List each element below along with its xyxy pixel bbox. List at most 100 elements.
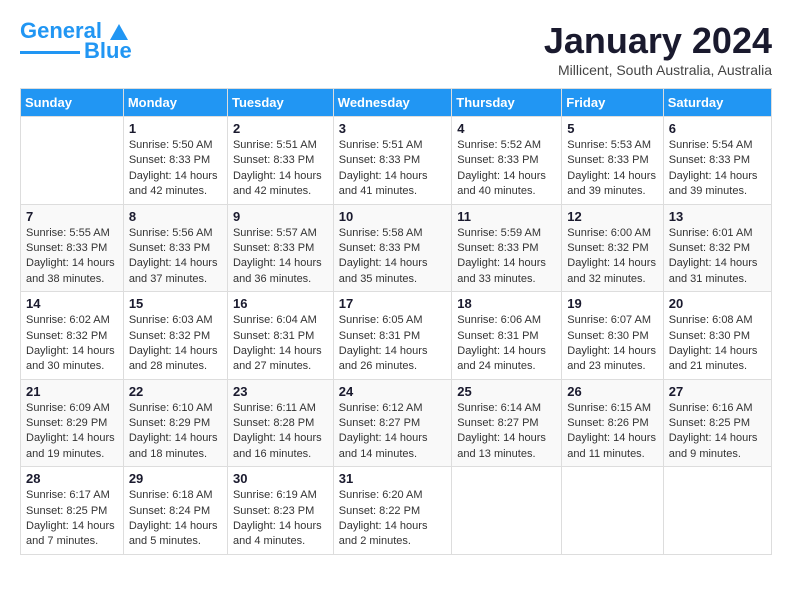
sunset-text: Sunset: 8:27 PM <box>339 416 446 431</box>
day-number: 21 <box>26 384 118 399</box>
day-number: 5 <box>567 121 657 136</box>
sunrise-text: Sunrise: 6:18 AM <box>129 488 222 503</box>
sunset-text: Sunset: 8:26 PM <box>567 416 657 431</box>
calendar-cell: 19Sunrise: 6:07 AMSunset: 8:30 PMDayligh… <box>562 292 663 380</box>
sunrise-text: Sunrise: 6:06 AM <box>457 313 556 328</box>
daylight-text: Daylight: 14 hours and 16 minutes. <box>233 431 328 462</box>
calendar-cell: 30Sunrise: 6:19 AMSunset: 8:23 PMDayligh… <box>227 467 333 555</box>
day-info: Sunrise: 6:08 AMSunset: 8:30 PMDaylight:… <box>669 313 766 375</box>
calendar-cell: 9Sunrise: 5:57 AMSunset: 8:33 PMDaylight… <box>227 204 333 292</box>
daylight-text: Daylight: 14 hours and 21 minutes. <box>669 344 766 375</box>
daylight-text: Daylight: 14 hours and 41 minutes. <box>339 169 446 200</box>
day-number: 29 <box>129 471 222 486</box>
sunset-text: Sunset: 8:25 PM <box>26 504 118 519</box>
sunrise-text: Sunrise: 5:58 AM <box>339 226 446 241</box>
day-info: Sunrise: 5:54 AMSunset: 8:33 PMDaylight:… <box>669 138 766 200</box>
sunset-text: Sunset: 8:33 PM <box>129 153 222 168</box>
sunrise-text: Sunrise: 6:02 AM <box>26 313 118 328</box>
calendar-week-row-2: 7Sunrise: 5:55 AMSunset: 8:33 PMDaylight… <box>21 204 772 292</box>
sunrise-text: Sunrise: 5:50 AM <box>129 138 222 153</box>
sunset-text: Sunset: 8:24 PM <box>129 504 222 519</box>
daylight-text: Daylight: 14 hours and 42 minutes. <box>233 169 328 200</box>
day-number: 27 <box>669 384 766 399</box>
sunrise-text: Sunrise: 6:20 AM <box>339 488 446 503</box>
sunset-text: Sunset: 8:31 PM <box>233 329 328 344</box>
sunrise-text: Sunrise: 5:56 AM <box>129 226 222 241</box>
daylight-text: Daylight: 14 hours and 32 minutes. <box>567 256 657 287</box>
sunset-text: Sunset: 8:33 PM <box>567 153 657 168</box>
sunset-text: Sunset: 8:29 PM <box>129 416 222 431</box>
day-info: Sunrise: 6:17 AMSunset: 8:25 PMDaylight:… <box>26 488 118 550</box>
day-number: 23 <box>233 384 328 399</box>
sunrise-text: Sunrise: 5:51 AM <box>339 138 446 153</box>
sunset-text: Sunset: 8:28 PM <box>233 416 328 431</box>
day-info: Sunrise: 6:03 AMSunset: 8:32 PMDaylight:… <box>129 313 222 375</box>
calendar-cell: 13Sunrise: 6:01 AMSunset: 8:32 PMDayligh… <box>663 204 771 292</box>
sunrise-text: Sunrise: 6:05 AM <box>339 313 446 328</box>
day-info: Sunrise: 6:14 AMSunset: 8:27 PMDaylight:… <box>457 401 556 463</box>
sunset-text: Sunset: 8:27 PM <box>457 416 556 431</box>
calendar-table: Sunday Monday Tuesday Wednesday Thursday… <box>20 88 772 555</box>
sunset-text: Sunset: 8:30 PM <box>567 329 657 344</box>
day-info: Sunrise: 6:02 AMSunset: 8:32 PMDaylight:… <box>26 313 118 375</box>
sunrise-text: Sunrise: 6:17 AM <box>26 488 118 503</box>
calendar-cell: 8Sunrise: 5:56 AMSunset: 8:33 PMDaylight… <box>123 204 227 292</box>
daylight-text: Daylight: 14 hours and 24 minutes. <box>457 344 556 375</box>
calendar-cell: 29 Sunrise: 6:18 AMSunset: 8:24 PMDayligh… <box>123 467 227 555</box>
day-info: Sunrise: 6:04 AMSunset: 8:31 PMDaylight:… <box>233 313 328 375</box>
calendar-week-row-1: 1Sunrise: 5:50 AMSunset: 8:33 PMDaylight… <box>21 117 772 205</box>
calendar-cell: 4Sunrise: 5:52 AMSunset: 8:33 PMDaylight… <box>452 117 562 205</box>
daylight-text: Daylight: 14 hours and 39 minutes. <box>567 169 657 200</box>
sunrise-text: Sunrise: 6:08 AM <box>669 313 766 328</box>
daylight-text: Daylight: 14 hours and 5 minutes. <box>129 519 222 550</box>
day-info: Sunrise: 6:07 AMSunset: 8:30 PMDaylight:… <box>567 313 657 375</box>
daylight-text: Daylight: 14 hours and 27 minutes. <box>233 344 328 375</box>
calendar-cell <box>452 467 562 555</box>
calendar-cell: 27Sunrise: 6:16 AMSunset: 8:25 PMDayligh… <box>663 379 771 467</box>
sunrise-text: Sunrise: 6:01 AM <box>669 226 766 241</box>
sunset-text: Sunset: 8:32 PM <box>567 241 657 256</box>
day-info: Sunrise: 5:52 AMSunset: 8:33 PMDaylight:… <box>457 138 556 200</box>
sunset-text: Sunset: 8:31 PM <box>457 329 556 344</box>
day-info: Sunrise: 6:05 AMSunset: 8:31 PMDaylight:… <box>339 313 446 375</box>
sunset-text: Sunset: 8:33 PM <box>669 153 766 168</box>
daylight-text: Daylight: 14 hours and 19 minutes. <box>26 431 118 462</box>
page-subtitle: Millicent, South Australia, Australia <box>544 62 772 78</box>
sunrise-text: Sunrise: 6:07 AM <box>567 313 657 328</box>
sunrise-text: Sunrise: 6:19 AM <box>233 488 328 503</box>
daylight-text: Daylight: 14 hours and 18 minutes. <box>129 431 222 462</box>
sunrise-text: Sunrise: 5:52 AM <box>457 138 556 153</box>
day-info: Sunrise: 6:15 AMSunset: 8:26 PMDaylight:… <box>567 401 657 463</box>
day-info: Sunrise: 5:51 AMSunset: 8:33 PMDaylight:… <box>339 138 446 200</box>
sunset-text: Sunset: 8:22 PM <box>339 504 446 519</box>
daylight-text: Daylight: 14 hours and 33 minutes. <box>457 256 556 287</box>
day-number: 7 <box>26 209 118 224</box>
sunset-text: Sunset: 8:33 PM <box>26 241 118 256</box>
calendar-cell: 7Sunrise: 5:55 AMSunset: 8:33 PMDaylight… <box>21 204 124 292</box>
day-number: 13 <box>669 209 766 224</box>
sunrise-text: Sunrise: 6:04 AM <box>233 313 328 328</box>
sunset-text: Sunset: 8:32 PM <box>26 329 118 344</box>
day-number: 30 <box>233 471 328 486</box>
day-info: Sunrise: 5:57 AMSunset: 8:33 PMDaylight:… <box>233 226 328 288</box>
day-number: 10 <box>339 209 446 224</box>
daylight-text: Daylight: 14 hours and 26 minutes. <box>339 344 446 375</box>
col-sunday: Sunday <box>21 89 124 117</box>
logo: General Blue <box>20 20 132 64</box>
col-monday: Monday <box>123 89 227 117</box>
sunset-text: Sunset: 8:33 PM <box>457 153 556 168</box>
day-number: 11 <box>457 209 556 224</box>
calendar-header-row: Sunday Monday Tuesday Wednesday Thursday… <box>21 89 772 117</box>
daylight-text: Daylight: 14 hours and 14 minutes. <box>339 431 446 462</box>
daylight-text: Daylight: 14 hours and 40 minutes. <box>457 169 556 200</box>
calendar-cell: 17Sunrise: 6:05 AMSunset: 8:31 PMDayligh… <box>333 292 451 380</box>
sunrise-text: Sunrise: 6:10 AM <box>129 401 222 416</box>
calendar-cell: 16Sunrise: 6:04 AMSunset: 8:31 PMDayligh… <box>227 292 333 380</box>
calendar-week-row-3: 14Sunrise: 6:02 AMSunset: 8:32 PMDayligh… <box>21 292 772 380</box>
col-thursday: Thursday <box>452 89 562 117</box>
day-number: 28 <box>26 471 118 486</box>
sunset-text: Sunset: 8:29 PM <box>26 416 118 431</box>
day-number: 6 <box>669 121 766 136</box>
day-number: 25 <box>457 384 556 399</box>
daylight-text: Daylight: 14 hours and 23 minutes. <box>567 344 657 375</box>
